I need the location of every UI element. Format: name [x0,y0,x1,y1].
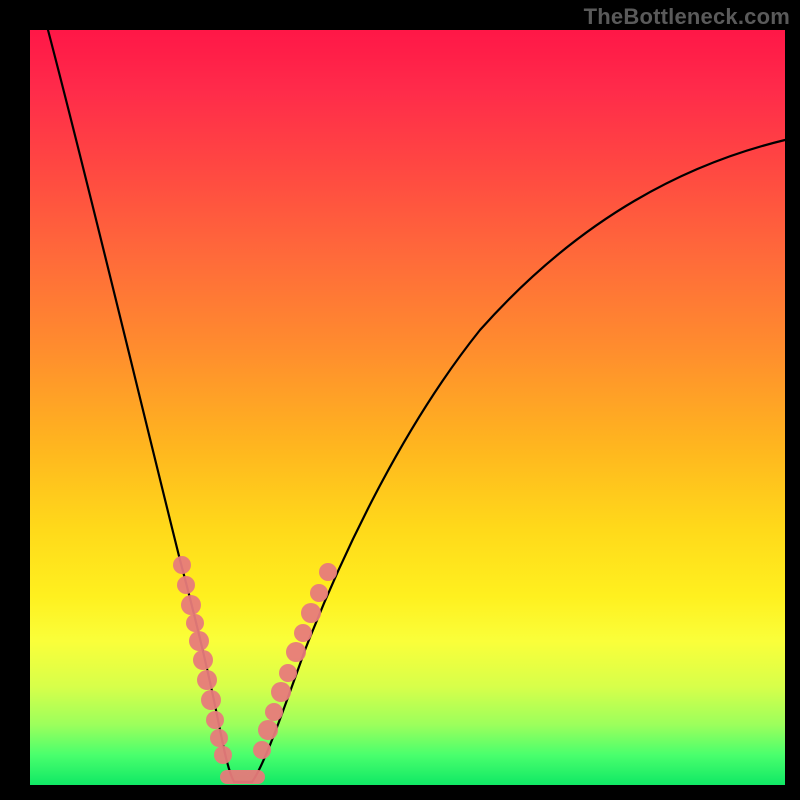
cluster-dot [301,603,321,623]
cluster-dot [177,576,195,594]
cluster-dot [286,642,306,662]
cluster-dot [279,664,297,682]
left-dot-cluster [173,556,232,764]
cluster-dot [319,563,337,581]
cluster-dot [189,631,209,651]
cluster-dot [173,556,191,574]
bottleneck-curve [48,30,785,782]
cluster-dot [310,584,328,602]
cluster-dot [210,729,228,747]
watermark-text: TheBottleneck.com [584,4,790,30]
cluster-dot [181,595,201,615]
right-dot-cluster [253,563,337,759]
cluster-dot [258,720,278,740]
cluster-dot [214,746,232,764]
cluster-dot [294,624,312,642]
cluster-dot [206,711,224,729]
cluster-dot [271,682,291,702]
cluster-dot [197,670,217,690]
cluster-dot [193,650,213,670]
cluster-dot [201,690,221,710]
chart-frame: TheBottleneck.com [0,0,800,800]
cluster-dot [186,614,204,632]
bottleneck-curve-svg [30,30,785,785]
cluster-dot [253,741,271,759]
cluster-dot [265,703,283,721]
plot-area [30,30,785,785]
